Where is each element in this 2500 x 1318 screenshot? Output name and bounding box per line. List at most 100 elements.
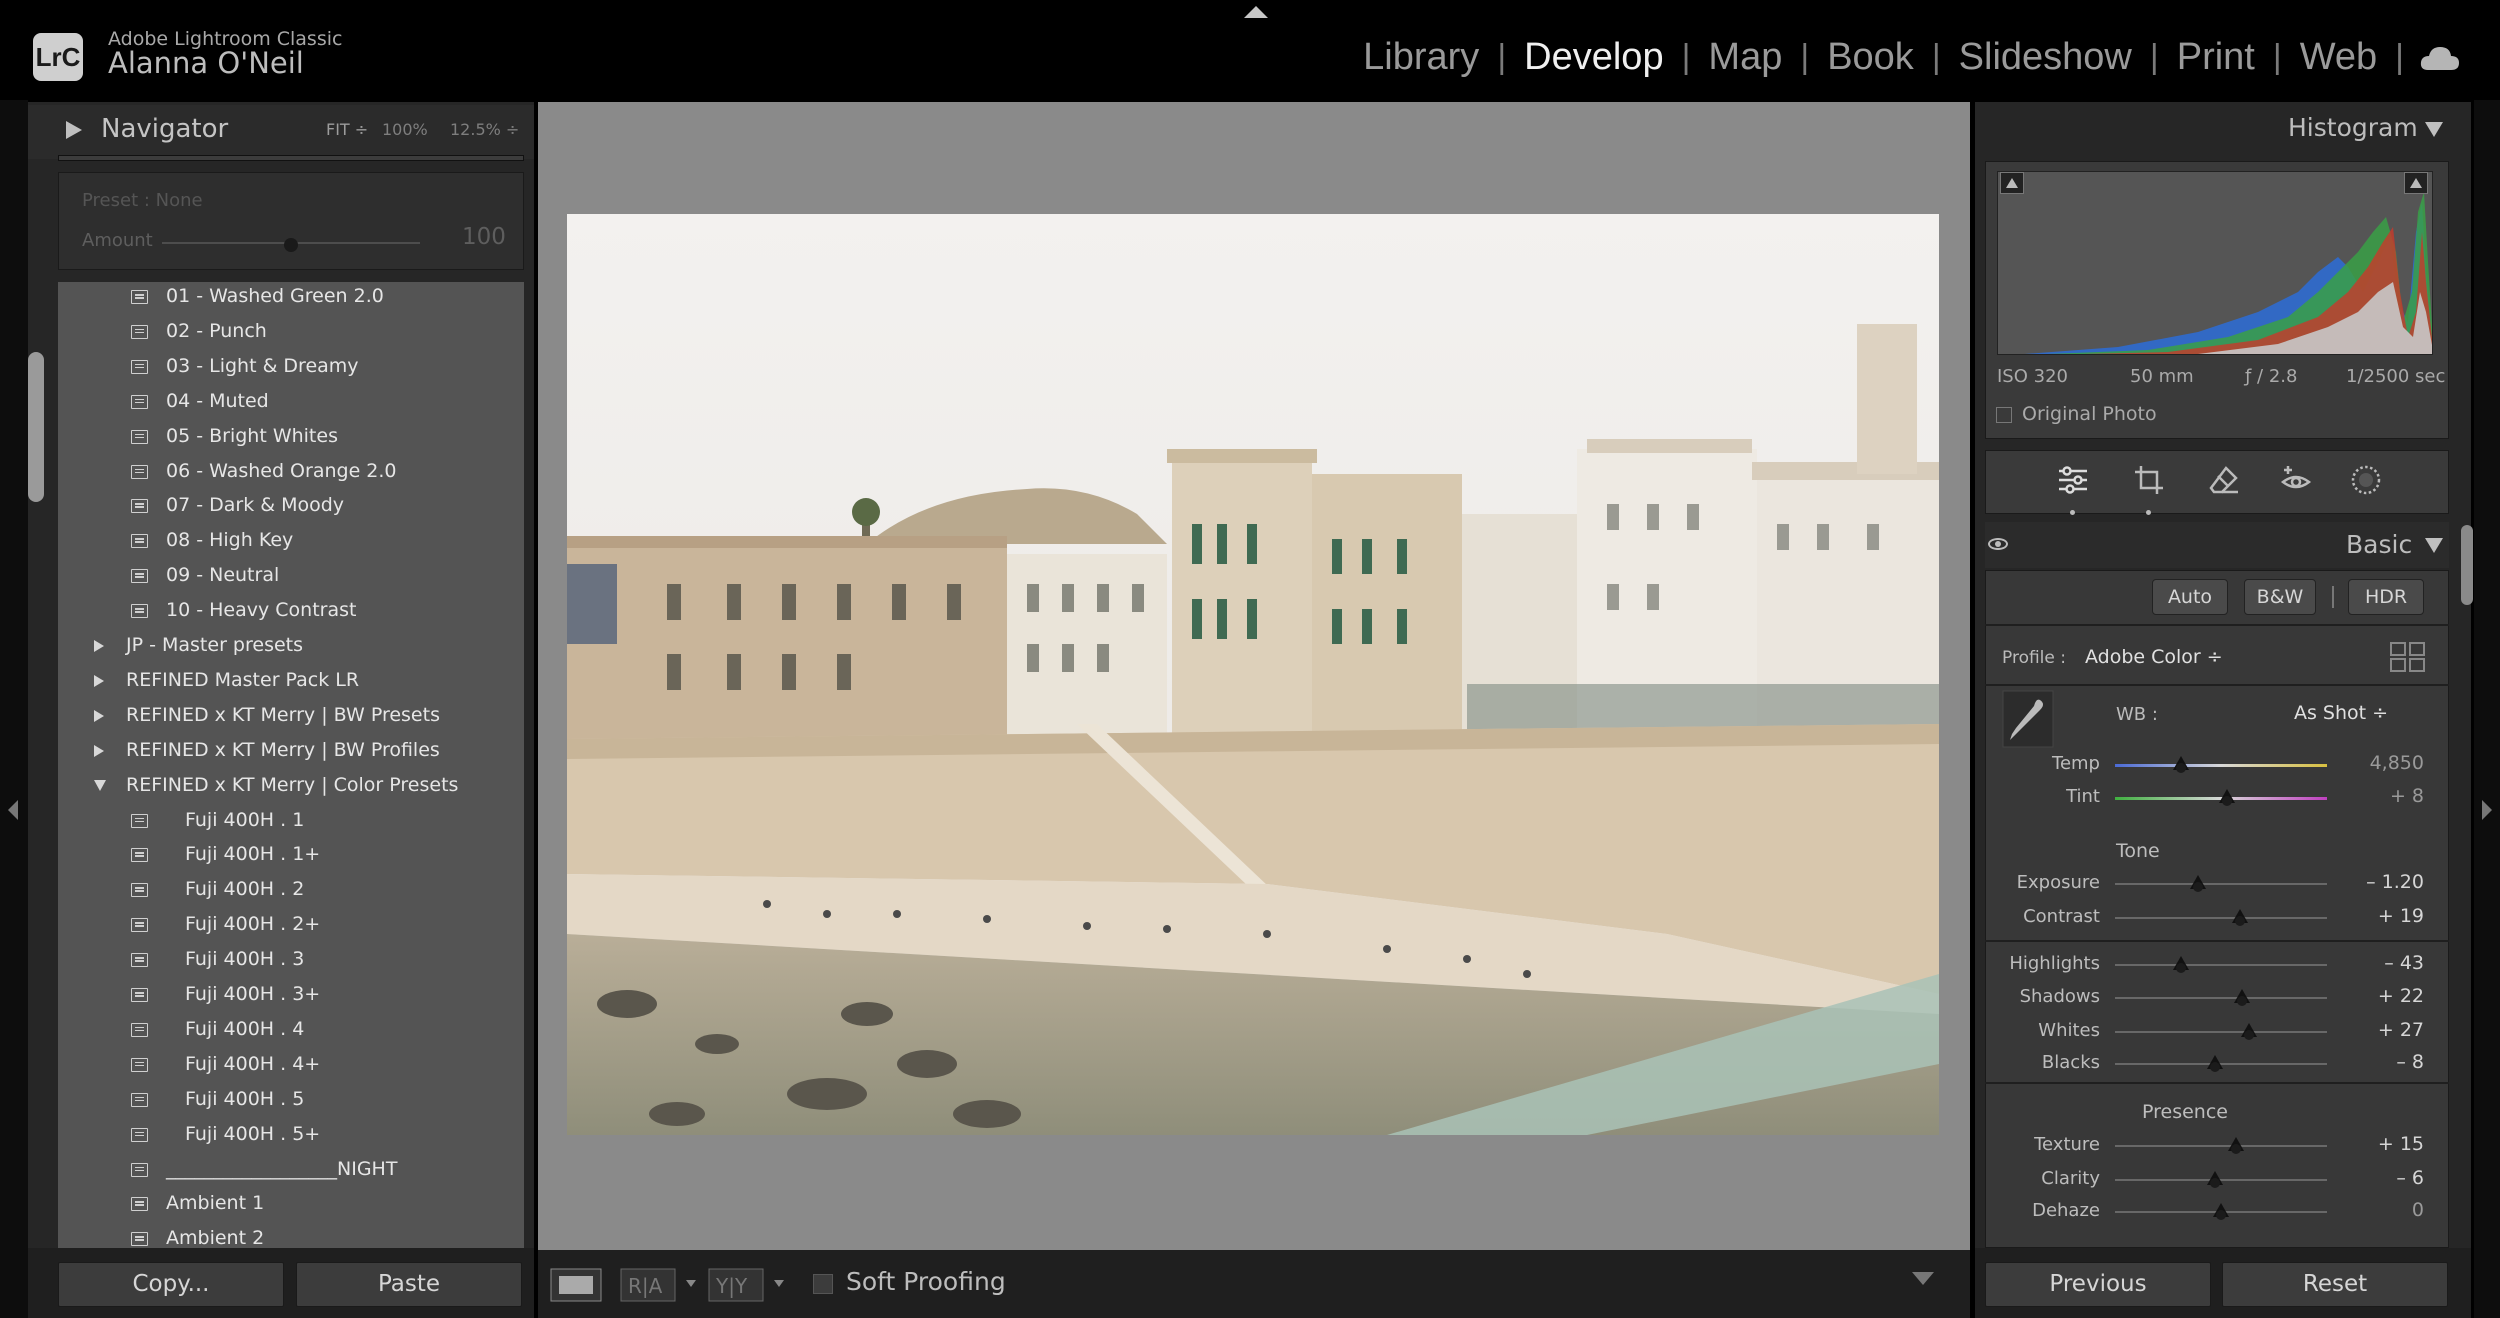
before-after-yy-dropdown-icon[interactable] bbox=[774, 1280, 784, 1287]
preset-folder[interactable]: JP - Master presets bbox=[58, 631, 524, 665]
slider-value-blacks[interactable]: – 8 bbox=[2334, 1051, 2424, 1073]
preset-item[interactable]: Fuji 400H . 2+ bbox=[58, 910, 524, 944]
profile-select[interactable]: Adobe Color ÷ bbox=[2085, 646, 2223, 668]
slider-thumb-texture[interactable] bbox=[2227, 1137, 2244, 1154]
left-panel-scrollbar[interactable] bbox=[28, 352, 44, 502]
preset-item[interactable]: Fuji 400H . 3+ bbox=[58, 980, 524, 1014]
slider-value-tint[interactable]: + 8 bbox=[2334, 785, 2424, 807]
shadow-clipping-icon[interactable] bbox=[2000, 172, 2024, 194]
navigator-fit[interactable]: FIT ÷ bbox=[326, 120, 368, 139]
preset-item[interactable]: 02 - Punch bbox=[58, 317, 524, 351]
right-panel-scrollbar[interactable] bbox=[2461, 525, 2473, 605]
slider-contrast[interactable] bbox=[2115, 917, 2327, 919]
module-library[interactable]: Library bbox=[1345, 36, 1497, 79]
slider-temp[interactable] bbox=[2115, 764, 2327, 767]
folder-collapsed-icon[interactable] bbox=[94, 674, 104, 687]
histogram-title[interactable]: Histogram bbox=[2288, 113, 2418, 142]
wb-select[interactable]: As Shot ÷ bbox=[2294, 702, 2388, 724]
crop-icon[interactable] bbox=[2133, 464, 2165, 496]
edit-sliders-icon[interactable] bbox=[2057, 464, 2089, 496]
preset-item[interactable]: 06 - Washed Orange 2.0 bbox=[58, 457, 524, 491]
highlight-clipping-icon[interactable] bbox=[2404, 172, 2428, 194]
preset-item[interactable]: 08 - High Key bbox=[58, 526, 524, 560]
slider-value-clarity[interactable]: – 6 bbox=[2334, 1167, 2424, 1189]
red-eye-icon[interactable] bbox=[2280, 464, 2312, 496]
slider-value-whites[interactable]: + 27 bbox=[2334, 1019, 2424, 1041]
slider-value-dehaze[interactable]: 0 bbox=[2334, 1199, 2424, 1221]
wb-eyedropper-icon[interactable] bbox=[2002, 690, 2054, 748]
folder-collapsed-icon[interactable] bbox=[94, 744, 104, 757]
slider-thumb-contrast[interactable] bbox=[2232, 909, 2249, 926]
toggle-right-panel-icon[interactable] bbox=[2482, 800, 2492, 820]
preset-item[interactable]: 07 - Dark & Moody bbox=[58, 491, 524, 525]
folder-collapsed-icon[interactable] bbox=[94, 640, 104, 652]
preset-item[interactable]: Fuji 400H . 1 bbox=[58, 806, 524, 840]
copy-button[interactable]: Copy... bbox=[58, 1262, 284, 1307]
cloud-icon[interactable] bbox=[2420, 44, 2460, 72]
slider-value-temp[interactable]: 4,850 bbox=[2334, 752, 2424, 774]
slider-value-shadows[interactable]: + 22 bbox=[2334, 985, 2424, 1007]
preset-item[interactable]: 10 - Heavy Contrast bbox=[58, 596, 524, 630]
paste-button[interactable]: Paste bbox=[296, 1262, 522, 1307]
slider-thumb-temp[interactable] bbox=[2172, 756, 2189, 773]
slider-thumb-shadows[interactable] bbox=[2234, 989, 2251, 1006]
slider-whites[interactable] bbox=[2115, 1031, 2327, 1033]
preset-item[interactable]: Fuji 400H . 2 bbox=[58, 875, 524, 909]
preset-folder[interactable]: REFINED Master Pack LR bbox=[58, 666, 524, 700]
eye-icon[interactable] bbox=[1988, 538, 2008, 550]
folder-expanded-icon[interactable] bbox=[94, 779, 106, 791]
module-slideshow[interactable]: Slideshow bbox=[1941, 36, 2150, 79]
preset-item[interactable]: Fuji 400H . 4+ bbox=[58, 1050, 524, 1084]
preset-item[interactable]: 09 - Neutral bbox=[58, 561, 524, 595]
module-web[interactable]: Web bbox=[2282, 36, 2395, 79]
module-print[interactable]: Print bbox=[2159, 36, 2273, 79]
preset-item[interactable]: Fuji 400H . 1+ bbox=[58, 840, 524, 874]
preset-item[interactable]: 03 - Light & Dreamy bbox=[58, 352, 524, 386]
preset-item[interactable]: 01 - Washed Green 2.0 bbox=[58, 282, 524, 316]
previous-button[interactable]: Previous bbox=[1985, 1262, 2211, 1307]
slider-value-highlights[interactable]: – 43 bbox=[2334, 952, 2424, 974]
bw-button[interactable]: B&W bbox=[2244, 579, 2316, 615]
preset-folder[interactable]: REFINED x KT Merry | BW Presets bbox=[58, 701, 524, 735]
preset-item[interactable]: __________________NIGHT bbox=[58, 1155, 524, 1189]
original-photo-checkbox[interactable] bbox=[1996, 407, 2012, 423]
profile-browser-icon[interactable] bbox=[2390, 642, 2426, 672]
preset-item[interactable]: Fuji 400H . 5 bbox=[58, 1085, 524, 1119]
before-after-yy-icon[interactable]: Y|Y bbox=[708, 1268, 764, 1302]
slider-value-texture[interactable]: + 15 bbox=[2334, 1133, 2424, 1155]
basic-collapse-icon[interactable] bbox=[2425, 538, 2443, 553]
reset-button[interactable]: Reset bbox=[2222, 1262, 2448, 1307]
folder-collapsed-icon[interactable] bbox=[94, 709, 104, 722]
navigator-zoom-100[interactable]: 100% bbox=[382, 120, 428, 139]
toggle-left-panel-icon[interactable] bbox=[8, 800, 18, 820]
auto-button[interactable]: Auto bbox=[2152, 579, 2228, 615]
before-after-lr-icon[interactable]: R|A bbox=[620, 1268, 676, 1302]
preset-item[interactable]: Fuji 400H . 4 bbox=[58, 1015, 524, 1049]
collapse-top-panel-icon[interactable] bbox=[1244, 6, 1268, 18]
navigator-expand-icon[interactable] bbox=[66, 121, 82, 139]
preset-item[interactable]: Fuji 400H . 5+ bbox=[58, 1120, 524, 1154]
before-after-lr-dropdown-icon[interactable] bbox=[686, 1280, 696, 1287]
toolbar-options-icon[interactable] bbox=[1912, 1272, 1934, 1286]
eraser-icon[interactable] bbox=[2208, 464, 2240, 496]
masking-icon[interactable] bbox=[2350, 464, 2382, 496]
amount-slider-thumb[interactable] bbox=[284, 238, 298, 252]
slider-thumb-exposure[interactable] bbox=[2189, 875, 2206, 892]
slider-value-contrast[interactable]: + 19 bbox=[2334, 905, 2424, 927]
histogram-collapse-icon[interactable] bbox=[2425, 122, 2443, 137]
soft-proofing-checkbox[interactable] bbox=[813, 1274, 833, 1294]
preset-folder[interactable]: REFINED x KT Merry | Color Presets bbox=[58, 771, 524, 805]
slider-thumb-dehaze[interactable] bbox=[2213, 1203, 2229, 1220]
photo[interactable] bbox=[567, 214, 1939, 1135]
slider-shadows[interactable] bbox=[2115, 997, 2327, 999]
slider-thumb-clarity[interactable] bbox=[2206, 1171, 2223, 1188]
navigator-zoom-custom[interactable]: 12.5% ÷ bbox=[450, 120, 519, 139]
module-map[interactable]: Map bbox=[1690, 36, 1800, 79]
slider-thumb-whites[interactable] bbox=[2240, 1023, 2257, 1040]
preset-item[interactable]: Ambient 1 bbox=[58, 1189, 524, 1223]
slider-texture[interactable] bbox=[2115, 1145, 2327, 1147]
slider-highlights[interactable] bbox=[2115, 964, 2327, 966]
hdr-button[interactable]: HDR bbox=[2348, 579, 2424, 615]
preset-item[interactable]: Ambient 2 bbox=[58, 1224, 524, 1248]
preset-item[interactable]: Fuji 400H . 3 bbox=[58, 945, 524, 979]
